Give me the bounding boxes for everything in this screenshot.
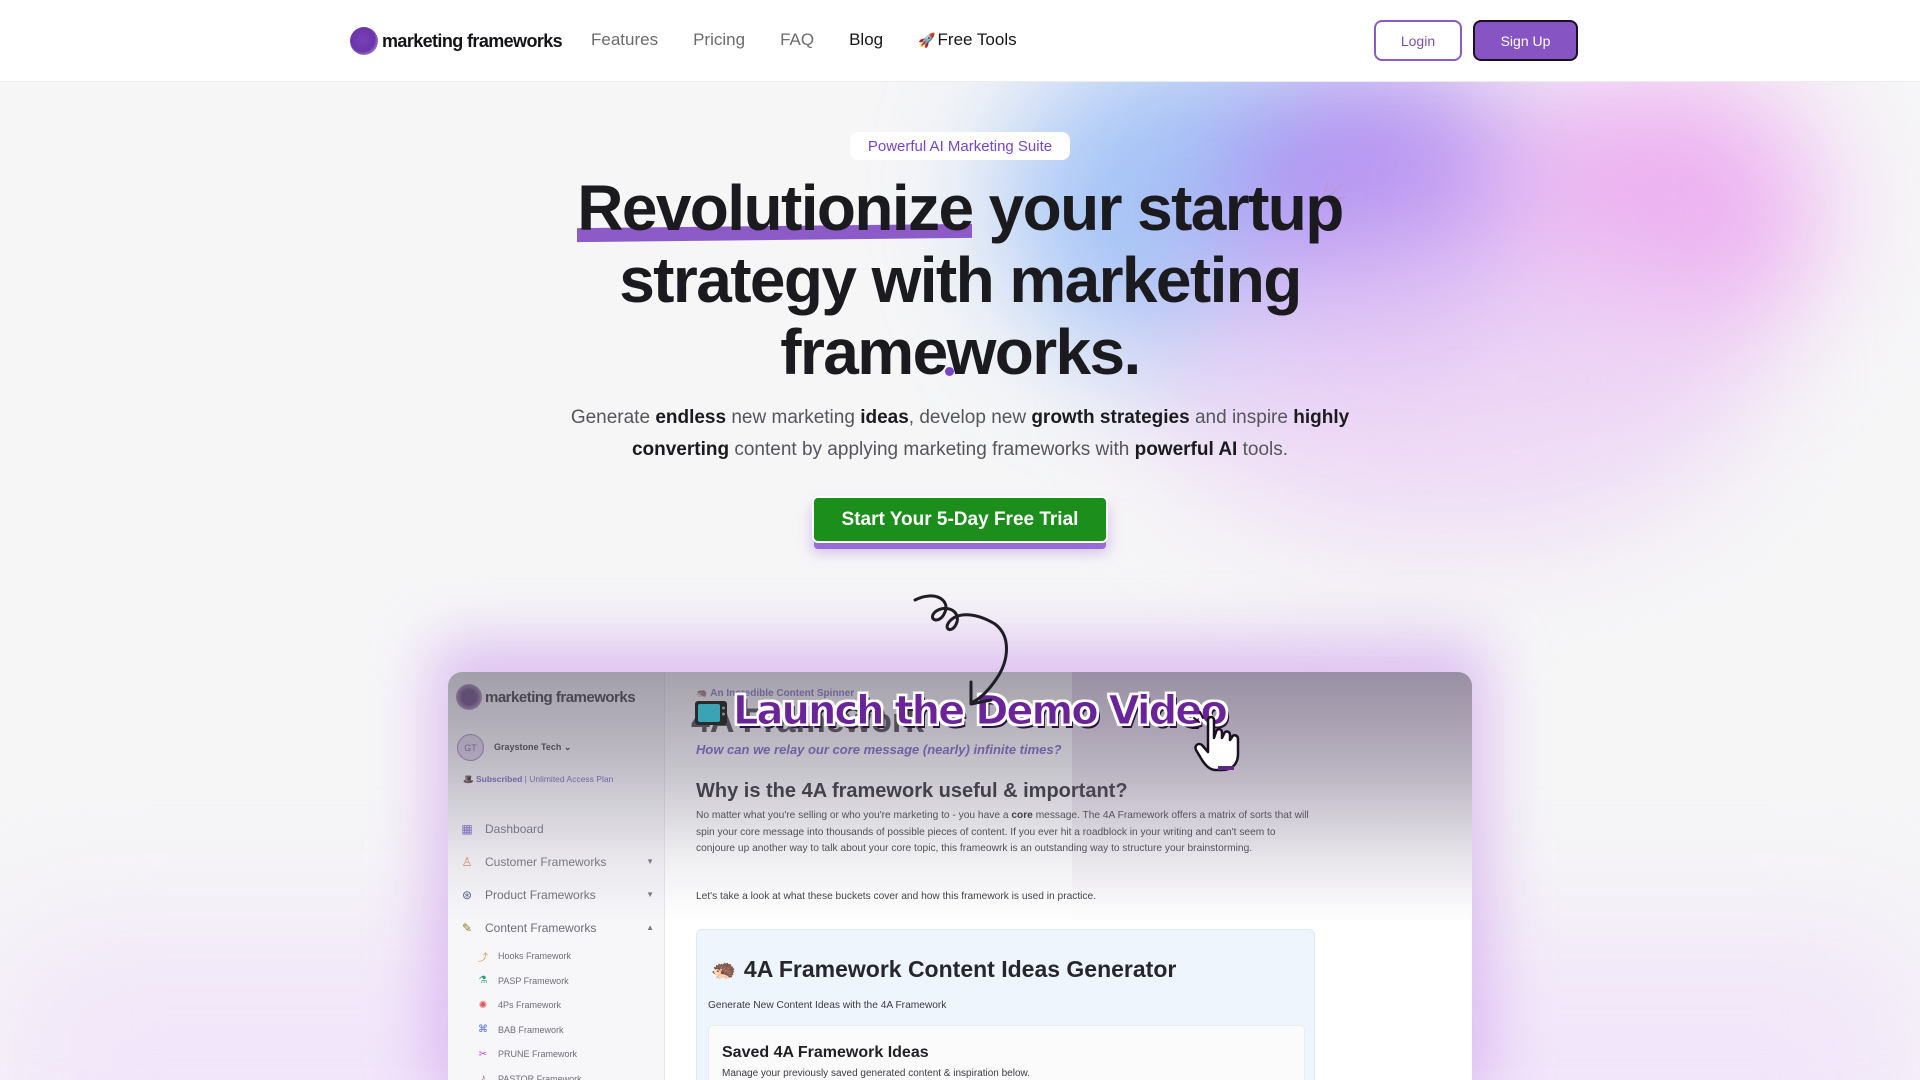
demo-section-heading: Why is the 4A framework useful & importa… <box>696 780 1128 802</box>
hook-icon: ⤴ <box>478 952 488 964</box>
headline-line-3: frameworks. <box>780 316 1141 388</box>
sidebar-subitem-label: PRUNE Framework <box>498 1049 578 1060</box>
subtext-text: Generate <box>570 407 656 428</box>
logo-mark-icon <box>456 684 482 710</box>
sidebar-subitem-label: Hooks Framework <box>498 951 572 962</box>
sidebar-subitem-label: PASTOR Framework <box>498 1073 582 1080</box>
avatar: GT <box>457 734 484 761</box>
subtext-emphasis: endless <box>655 407 727 428</box>
account-switcher: GT Graystone Tech ⌄ <box>457 734 571 761</box>
headline-line-2: strategy with marketing <box>619 244 1302 316</box>
demo-paragraph-2: Let's take a look at what these buckets … <box>696 891 1097 902</box>
subtext-text: and inspire <box>1189 407 1294 428</box>
subscription-plan-text: | Unlimited Access Plan <box>524 774 614 784</box>
subtext-text: content by applying marketing frameworks… <box>729 439 1135 460</box>
hero-gradient-pink <box>1500 70 1820 350</box>
paragraph-bold: core <box>1011 810 1033 821</box>
sidebar-subitem-label: 4Ps Framework <box>498 1000 562 1011</box>
sidebar-item-label: Customer Frameworks <box>485 854 607 869</box>
guitar-icon: ♪ <box>480 1073 486 1080</box>
sidebar-subitem-hooks: ⤴ Hooks Framework <box>458 944 658 969</box>
flask-icon: ⚗ <box>478 975 488 987</box>
nav-link-blog[interactable]: Blog <box>849 30 883 50</box>
nav-link-free-tools-label: Free Tools <box>937 30 1017 49</box>
headline-line-1: Revolutionize your startup <box>577 172 1345 244</box>
subtext-text: , develop new <box>908 407 1032 428</box>
sidebar-subitem-prune: ✂ PRUNE Framework <box>458 1042 658 1067</box>
start-free-trial-button[interactable]: Start Your 5-Day Free Trial <box>812 496 1108 543</box>
subtext-emphasis: ideas <box>860 407 909 428</box>
subtext-emphasis: growth strategies <box>1031 407 1190 428</box>
aperture-icon: ⊛ <box>461 887 473 902</box>
subtext-text: tools. <box>1237 439 1289 460</box>
sidebar-subitem-pasp: ⚗ PASP Framework <box>458 969 658 994</box>
generator-subtitle: Generate New Content Ideas with the 4A F… <box>708 1000 947 1011</box>
sidebar-subitem-label: PASP Framework <box>498 975 569 986</box>
sidebar-subitem-pastor: ♪ PASTOR Framework <box>458 1067 658 1080</box>
hero-subtext: Generate endless new marketing ideas, de… <box>560 402 1360 466</box>
login-button[interactable]: Login <box>1374 20 1462 61</box>
nav-link-faq[interactable]: FAQ <box>780 30 814 50</box>
signup-button[interactable]: Sign Up <box>1473 20 1578 61</box>
bug-icon: ✺ <box>478 999 488 1011</box>
person-icon: ♙ <box>461 854 473 869</box>
logo-text: marketing frameworks <box>382 30 563 51</box>
caret-up-icon: ▲ <box>646 923 654 932</box>
logo-mark-icon <box>350 27 378 55</box>
sidebar-subitem-4ps: ✺ 4Ps Framework <box>458 993 658 1018</box>
saved-ideas-subtitle: Manage your previously saved generated c… <box>722 1068 1030 1079</box>
dashboard-icon: ▦ <box>461 821 473 836</box>
chevron-down-icon: ⌄ <box>563 742 572 752</box>
hero-headline: Revolutionize your startup strategy with… <box>460 172 1460 388</box>
subscription-status-text: Subscribed <box>475 774 523 784</box>
pointer-hand-icon <box>1191 711 1240 772</box>
subtext-emphasis: powerful AI <box>1134 439 1238 460</box>
paragraph-text: No matter what you're selling or who you… <box>696 810 1012 821</box>
content-ideas-generator-card: 🦔 4A Framework Content Ideas Generator G… <box>696 929 1315 1080</box>
sidebar-item-customer-frameworks: ♙ Customer Frameworks ▼ <box>458 845 658 878</box>
bridge-icon: ⌘ <box>478 1024 488 1036</box>
hedgehog-icon: 🦔 <box>711 959 736 981</box>
account-name-text: Graystone Tech <box>494 742 562 752</box>
hat-icon: 🎩 <box>463 774 474 784</box>
tv-icon <box>695 701 727 725</box>
account-name: Graystone Tech ⌄ <box>494 742 571 753</box>
nav-link-free-tools[interactable]: 🚀 Free Tools <box>918 30 1017 50</box>
squiggle-arrow-icon <box>913 594 1008 706</box>
hero-badge: Powerful AI Marketing Suite <box>850 132 1070 160</box>
sidebar-subitem-label: BAB Framework <box>498 1024 564 1035</box>
sidebar-subitem-bab: ⌘ BAB Framework <box>458 1018 658 1043</box>
caret-down-icon: ▼ <box>646 890 654 899</box>
headline-line-1-rest: your startup <box>972 172 1345 244</box>
subtext-text: new marketing <box>726 407 861 428</box>
nav-link-pricing[interactable]: Pricing <box>693 30 745 50</box>
demo-paragraph: No matter what you're selling or who you… <box>696 808 1316 858</box>
caret-down-icon: ▼ <box>646 857 654 866</box>
scissors-icon: ✂ <box>478 1048 488 1060</box>
sidebar-item-dashboard: ▦ Dashboard <box>458 812 658 845</box>
sidebar-item-label: Dashboard <box>485 821 544 836</box>
headline-underlined-word: Revolutionize <box>577 172 974 244</box>
demo-question: How can we relay our core message (nearl… <box>696 742 1062 757</box>
sidebar-item-content-frameworks: ✎ Content Frameworks ▲ <box>458 911 658 944</box>
saved-ideas-title: Saved 4A Framework Ideas <box>722 1044 929 1061</box>
sidebar-item-label: Content Frameworks <box>485 920 597 935</box>
top-nav: marketing frameworks Features Pricing FA… <box>0 0 1920 82</box>
demo-logo-text: marketing frameworks <box>485 688 636 706</box>
nav-links: Features Pricing FAQ Blog 🚀 Free Tools <box>591 30 1052 50</box>
generator-title: 🦔 4A Framework Content Ideas Generator <box>711 956 1176 983</box>
sidebar-item-label: Product Frameworks <box>485 887 596 902</box>
rocket-icon: 🚀 <box>918 32 936 48</box>
demo-sidebar-logo: marketing frameworks <box>456 684 636 710</box>
site-logo[interactable]: marketing frameworks <box>350 26 563 56</box>
subscription-status: 🎩 Subscribed | Unlimited Access Plan <box>463 774 613 785</box>
demo-sidebar: marketing frameworks GT Graystone Tech ⌄… <box>448 672 665 1080</box>
pencil-icon: ✎ <box>461 920 473 935</box>
headline-dot-accent <box>945 367 954 376</box>
sidebar-item-product-frameworks: ⊛ Product Frameworks ▼ <box>458 878 658 911</box>
demo-sidebar-nav: ▦ Dashboard ♙ Customer Frameworks ▼ ⊛ Pr… <box>458 812 658 1080</box>
nav-link-features[interactable]: Features <box>591 30 658 50</box>
generator-title-text: 4A Framework Content Ideas Generator <box>743 956 1177 982</box>
saved-ideas-panel: Saved 4A Framework Ideas Manage your pre… <box>708 1025 1305 1080</box>
